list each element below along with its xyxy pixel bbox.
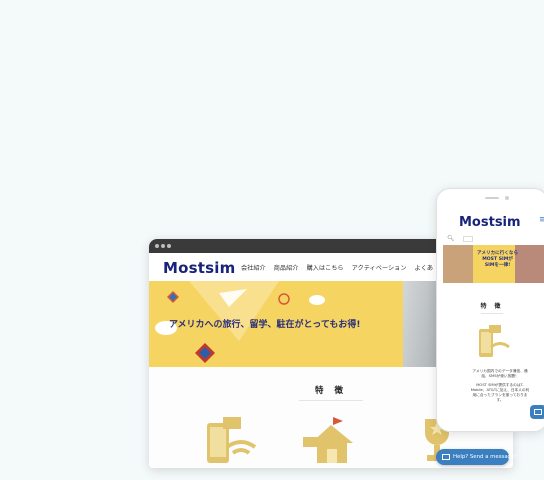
- divider: [481, 313, 503, 314]
- cloud-shape: [309, 295, 325, 305]
- nav-item-purchase[interactable]: 購入はこちら: [307, 263, 344, 272]
- nav-item-faq[interactable]: よくあ: [415, 263, 434, 272]
- hero-line: SIMを一律!: [484, 263, 511, 268]
- hamburger-icon[interactable]: ≡: [539, 215, 544, 225]
- hero-heading: アメリカへの旅行、留学、駐在がとってもお得!: [169, 320, 361, 330]
- phone-mockup: Mostsim ≡ 🔍︎ アメリカに行くなら MOST SIMが SIMを一律!…: [436, 188, 544, 432]
- feature-paragraph: MOST SIMが提供するのはT-Mobile、AT&Tに加え、日本人の利用に合…: [470, 382, 530, 403]
- home-icon: [303, 417, 353, 463]
- envelope-icon[interactable]: [530, 405, 544, 419]
- main-nav: 会社紹介 商品紹介 購入はこちら アクティベーション よくあ: [241, 263, 433, 272]
- window-dot: [167, 244, 171, 248]
- hero-photo-right: [515, 245, 544, 283]
- envelope-icon: [442, 454, 450, 460]
- phone-speaker: [485, 197, 499, 199]
- phone-wifi-icon: [207, 417, 257, 463]
- help-message-button[interactable]: Help? Send a message!: [436, 449, 517, 465]
- mobile-hero-banner: アメリカに行くなら MOST SIMが SIMを一律!: [443, 245, 544, 283]
- balloon-icon: [167, 291, 179, 303]
- mobile-hero-text: アメリカに行くなら MOST SIMが SIMを一律!: [477, 251, 518, 269]
- mobile-logo[interactable]: Mostsim: [459, 215, 521, 230]
- nav-item-products[interactable]: 商品紹介: [274, 263, 299, 272]
- window-dot: [155, 244, 159, 248]
- language-flag-icon[interactable]: [463, 236, 473, 242]
- balloon-icon: [195, 343, 215, 363]
- site-logo[interactable]: Mostsim: [163, 259, 235, 277]
- window-dot: [161, 244, 165, 248]
- help-button-label: Help? Send a message!: [453, 454, 517, 460]
- phone-camera: [505, 196, 509, 200]
- feature-paragraph: アメリカ国内でのデータ通信、通話、SMSが使い放題！: [472, 369, 528, 379]
- phone-wifi-icon: [479, 325, 510, 357]
- mobile-feature-text: アメリカ国内でのデータ通信、通話、SMSが使い放題！ MOST SIMが提供する…: [469, 369, 531, 407]
- nav-item-activation[interactable]: アクティベーション: [352, 263, 407, 272]
- search-icon[interactable]: 🔍︎: [447, 235, 455, 242]
- hero-photo-left: [443, 245, 473, 283]
- mobile-features-title: 特 徴: [480, 303, 504, 310]
- divider: [299, 400, 363, 401]
- nav-item-company[interactable]: 会社紹介: [241, 263, 266, 272]
